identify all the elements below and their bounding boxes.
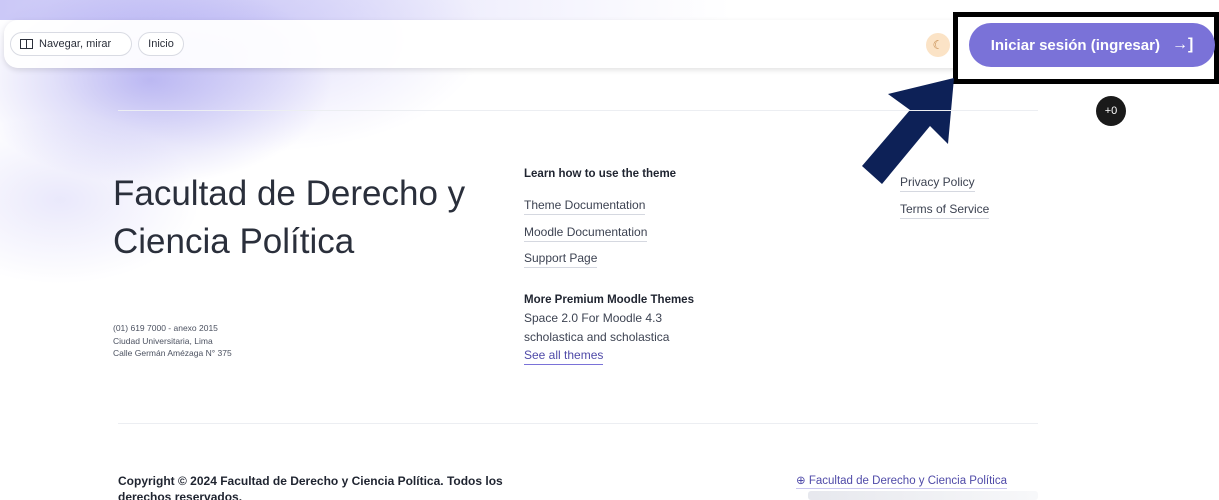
- footer-site-label: Facultad de Derecho y Ciencia Política: [808, 475, 1007, 487]
- premium-heading: More Premium Moodle Themes: [524, 294, 694, 306]
- contact-info: (01) 619 7000 - anexo 2015 Ciudad Univer…: [113, 322, 232, 360]
- login-label: Iniciar sesión (ingresar): [990, 36, 1160, 54]
- login-icon: →]: [1171, 36, 1194, 53]
- theme-toggle-button[interactable]: ☾: [926, 33, 950, 57]
- browse-button[interactable]: Navegar, mirar: [10, 32, 132, 56]
- premium-line-2: scholastica and scholastica: [524, 330, 670, 344]
- browse-label: Navegar, mirar: [39, 38, 112, 50]
- divider-bottom: [118, 423, 1038, 424]
- home-button[interactable]: Inicio: [138, 32, 184, 56]
- page: Navegar, mirar Inicio ☾ Iniciar sesión (…: [0, 0, 1219, 500]
- login-highlight-box: Iniciar sesión (ingresar) →]: [953, 12, 1219, 84]
- arrow-shape: [862, 78, 954, 184]
- home-label: Inicio: [148, 38, 174, 50]
- book-icon: [20, 39, 33, 49]
- theme-docs-link[interactable]: Theme Documentation: [524, 198, 646, 215]
- moon-icon: ☾: [932, 38, 944, 52]
- footer-site-link[interactable]: ⊕ Facultad de Derecho y Ciencia Política: [796, 473, 1007, 489]
- badge-label: +0: [1104, 105, 1118, 117]
- terms-of-service-link[interactable]: Terms of Service: [900, 202, 990, 219]
- notification-badge[interactable]: +0: [1096, 96, 1126, 126]
- premium-line-1: Space 2.0 For Moodle 4.3: [524, 311, 663, 325]
- contact-address-1: Ciudad Universitaria, Lima: [113, 335, 213, 346]
- login-button[interactable]: Iniciar sesión (ingresar) →]: [969, 23, 1215, 67]
- site-title: Facultad de Derecho y Ciencia Política: [113, 174, 466, 261]
- pointer-arrow: [862, 78, 954, 184]
- see-all-themes-link[interactable]: See all themes: [524, 348, 604, 365]
- learn-heading: Learn how to use the theme: [524, 168, 677, 180]
- footer-faded-row: [808, 491, 1038, 500]
- copyright-text: Copyright © 2024 Facultad de Derecho y C…: [118, 474, 503, 500]
- contact-phone: (01) 619 7000 - anexo 2015: [113, 323, 218, 333]
- moodle-docs-link[interactable]: Moodle Documentation: [524, 225, 648, 242]
- support-page-link[interactable]: Support Page: [524, 251, 598, 268]
- divider-top: [118, 110, 1038, 111]
- privacy-policy-link[interactable]: Privacy Policy: [900, 175, 975, 192]
- globe-icon: ⊕: [796, 475, 806, 487]
- contact-address-2: Calle Germán Amézaga N° 375: [113, 348, 232, 358]
